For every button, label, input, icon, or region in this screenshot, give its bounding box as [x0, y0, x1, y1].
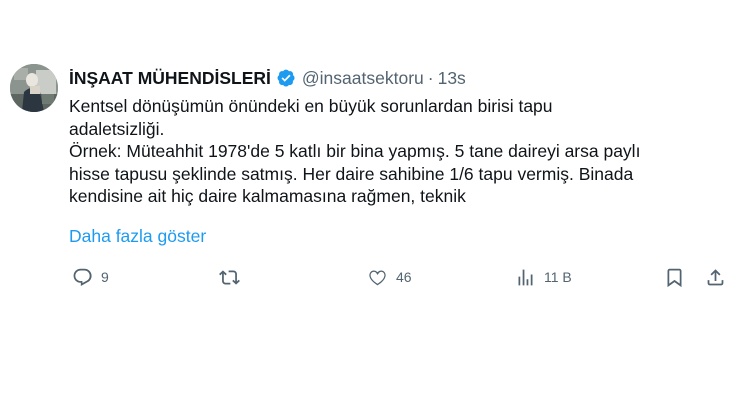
- share-icon: [707, 268, 724, 285]
- retweet-icon: [219, 269, 240, 285]
- author-handle[interactable]: @insaatsektoru: [302, 66, 424, 90]
- tweet-text-line: Örnek: Müteahhit 1978'de 5 katlı bir bin…: [69, 141, 641, 161]
- like-count: 46: [396, 269, 412, 285]
- share-button[interactable]: [705, 262, 726, 292]
- views-button[interactable]: 11 B: [515, 262, 572, 292]
- retweet-button[interactable]: [219, 262, 248, 292]
- author-name[interactable]: İNŞAAT MÜHENDİSLERİ: [69, 66, 271, 90]
- tweet-header: İNŞAAT MÜHENDİSLERİ @insaatsektoru · 13s: [69, 66, 466, 90]
- verified-badge-icon: [277, 69, 295, 87]
- tweet-text-line: hisse tapusu şeklinde satmış. Her daire …: [69, 163, 634, 184]
- show-more-link[interactable]: Daha fazla göster: [69, 225, 206, 247]
- action-bar: 9 46 11 B: [0, 262, 730, 292]
- views-icon: [518, 269, 533, 285]
- tweet-text-line: adaletsizliği.: [69, 118, 165, 139]
- timestamp[interactable]: 13s: [438, 66, 466, 90]
- tweet-text-line: Kentsel dönüşümün önündeki en büyük soru…: [69, 96, 553, 116]
- like-button[interactable]: 46: [367, 262, 412, 292]
- reply-button[interactable]: 9: [72, 262, 109, 292]
- avatar[interactable]: [10, 64, 58, 112]
- reply-count: 9: [101, 269, 109, 285]
- like-icon: [369, 269, 386, 285]
- bookmark-icon: [667, 268, 682, 287]
- bookmark-button[interactable]: [664, 262, 685, 292]
- reply-icon: [73, 268, 92, 286]
- tweet-text: Kentsel dönüşümün önündeki en büyük soru…: [69, 95, 719, 208]
- tweet[interactable]: İNŞAAT MÜHENDİSLERİ @insaatsektoru · 13s…: [0, 0, 730, 420]
- views-count: 11 B: [544, 269, 572, 285]
- avatar-image: [10, 64, 58, 112]
- separator-dot: ·: [427, 68, 434, 88]
- tweet-text-line: kendisine ait hiç daire kalmamasına rağm…: [69, 186, 466, 206]
